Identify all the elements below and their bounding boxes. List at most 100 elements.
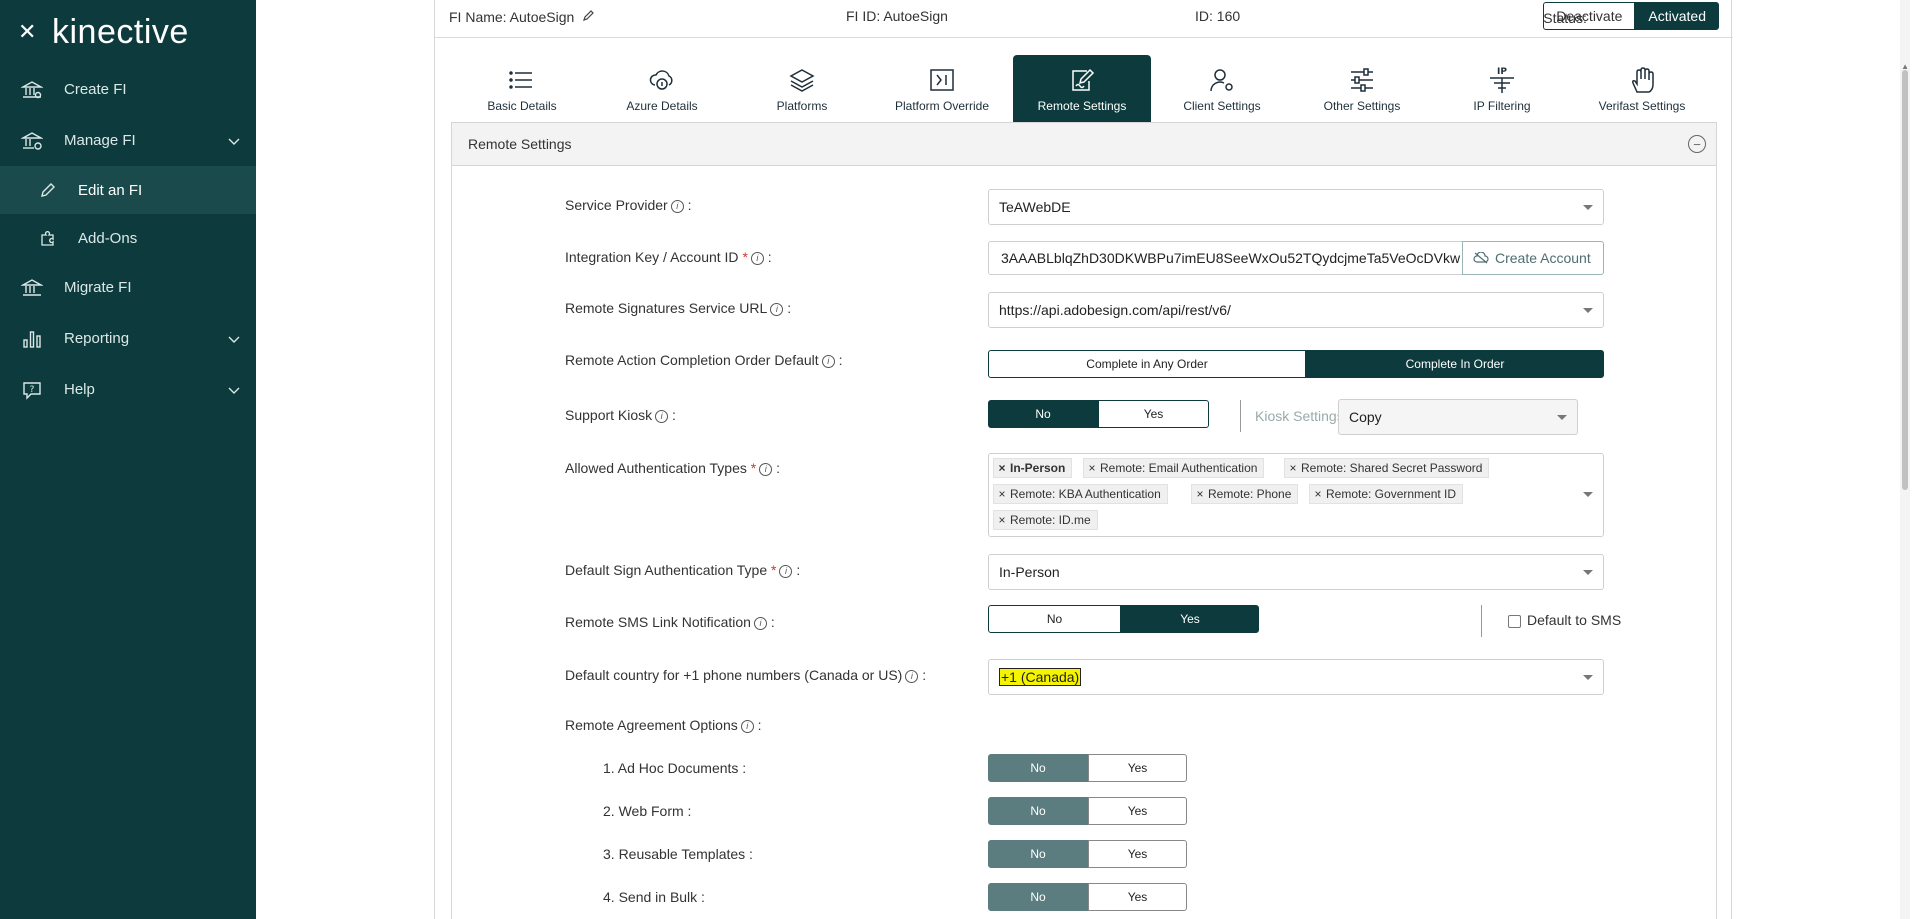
label-text: Remote SMS Link Notification — [565, 614, 751, 630]
option-no[interactable]: No — [988, 754, 1088, 782]
option-no[interactable]: No — [988, 883, 1088, 911]
sidebar-header: ✕ kinective — [0, 0, 256, 64]
sms-link-label: Remote SMS Link Notification i : — [565, 614, 775, 630]
option-yes[interactable]: Yes — [1088, 754, 1187, 782]
select-value: In-Person — [999, 564, 1060, 580]
default-sign-auth-select[interactable]: In-Person — [988, 554, 1604, 590]
info-icon[interactable]: i — [740, 720, 754, 733]
info-icon[interactable]: i — [753, 617, 767, 630]
sidebar-item-help[interactable]: ? Help — [0, 364, 256, 415]
tab-label: IP Filtering — [1473, 99, 1531, 113]
status-group: Status: Deactivate Activated — [1543, 2, 1719, 30]
create-account-button[interactable]: Create Account — [1462, 241, 1604, 275]
complete-in-order-option[interactable]: Complete In Order — [1306, 350, 1604, 378]
kiosk-yes-option[interactable]: Yes — [1098, 400, 1209, 428]
info-icon[interactable]: i — [759, 463, 773, 476]
option-no[interactable]: No — [988, 840, 1088, 868]
info-icon[interactable]: i — [750, 252, 764, 265]
remove-tag-icon[interactable]: × — [1084, 461, 1100, 475]
vertical-scrollbar[interactable]: ▲ — [1900, 0, 1910, 919]
option-no[interactable]: No — [988, 797, 1088, 825]
option-yes[interactable]: Yes — [1088, 840, 1187, 868]
sidebar-item-edit-fi[interactable]: Edit an FI — [0, 166, 256, 214]
tab-platforms[interactable]: Platforms — [733, 55, 871, 122]
close-icon[interactable]: ✕ — [18, 21, 38, 43]
sidebar-item-manage-fi[interactable]: Manage FI — [0, 115, 256, 166]
label-text: Remote Agreement Options — [565, 717, 738, 733]
tab-other-settings[interactable]: Other Settings — [1293, 55, 1431, 122]
select-value: https://api.adobesign.com/api/rest/v6/ — [999, 302, 1231, 318]
info-icon[interactable]: i — [770, 303, 784, 316]
default-country-select[interactable]: +1 (Canada) — [988, 659, 1604, 695]
tab-label: Platforms — [776, 99, 828, 113]
sidebar-item-migrate-fi[interactable]: Migrate FI — [0, 262, 256, 313]
bank-icon — [20, 276, 44, 300]
tab-remote-settings[interactable]: Remote Settings — [1013, 55, 1151, 122]
remove-tag-icon[interactable]: × — [994, 487, 1010, 501]
sidebar-item-reporting[interactable]: Reporting — [0, 313, 256, 364]
support-kiosk-toggle: No Yes — [988, 400, 1209, 428]
info-icon[interactable]: i — [670, 200, 684, 213]
sidebar-item-label: Help — [64, 381, 95, 398]
label-text: Support Kiosk — [565, 407, 653, 423]
option-yes[interactable]: Yes — [1088, 883, 1187, 911]
activated-button[interactable]: Activated — [1635, 2, 1719, 30]
service-provider-label: Service Provider i : — [565, 197, 692, 213]
auth-types-multiselect[interactable]: × In-Person × Remote: Email Authentication… — [988, 453, 1604, 537]
tag-label: In-Person — [1010, 461, 1066, 475]
caret-down-icon — [1583, 308, 1593, 313]
tab-azure-details[interactable]: Azure Details — [593, 55, 731, 122]
collapse-icon[interactable]: − — [1688, 135, 1706, 153]
remote-settings-section: Remote Settings − Service Provider i : Te… — [451, 122, 1717, 919]
tab-basic-details[interactable]: Basic Details — [453, 55, 591, 122]
auth-types-label: Allowed Authentication Types * i : — [565, 460, 780, 476]
pencil-icon[interactable] — [582, 9, 596, 25]
kiosk-settings-select[interactable]: Copy — [1338, 399, 1578, 435]
sidebar-item-add-ons[interactable]: Add-Ons — [0, 214, 256, 262]
info-icon[interactable]: i — [905, 670, 919, 683]
fi-name: FI Name: AutoeSign — [449, 8, 596, 25]
fi-name-text: FI Name: AutoeSign — [449, 9, 575, 25]
kinective-logo: kinective — [52, 12, 189, 51]
user-gear-icon — [1153, 65, 1291, 95]
integration-key-input[interactable]: 3AAABLblqZhD30DKWBPu7imEU8SeeWxOu52TQydc… — [988, 241, 1463, 275]
sms-no-option[interactable]: No — [988, 605, 1121, 633]
tab-label: Verifast Settings — [1598, 99, 1686, 113]
puzzle-icon — [36, 229, 60, 247]
scrollbar-thumb[interactable] — [1902, 70, 1908, 490]
chevron-down-icon — [228, 133, 240, 150]
remove-tag-icon[interactable]: × — [1192, 487, 1208, 501]
tab-client-settings[interactable]: Client Settings — [1153, 55, 1291, 122]
remove-tag-icon[interactable]: × — [1285, 461, 1301, 475]
remove-tag-icon[interactable]: × — [1310, 487, 1326, 501]
service-provider-select[interactable]: TeAWebDE — [988, 189, 1604, 225]
sms-yes-option[interactable]: Yes — [1121, 605, 1259, 633]
remove-tag-icon[interactable]: × — [994, 513, 1010, 527]
sms-link-toggle: No Yes — [988, 605, 1259, 633]
remove-tag-icon[interactable]: × — [994, 461, 1010, 475]
tab-verifast-settings[interactable]: Verifast Settings — [1573, 55, 1711, 122]
default-to-sms-checkbox[interactable] — [1508, 615, 1521, 628]
sidebar-item-create-fi[interactable]: Create FI — [0, 64, 256, 115]
info-icon[interactable]: i — [655, 410, 669, 423]
tab-ip-filtering[interactable]: IP IP Filtering — [1433, 55, 1571, 122]
tag-label: Remote: Phone — [1208, 487, 1292, 501]
caret-down-icon — [1583, 205, 1593, 210]
auth-tag: × Remote: Government ID — [1309, 484, 1464, 504]
sidebar-item-label: Add-Ons — [78, 229, 138, 247]
tab-platform-override[interactable]: Platform Override — [873, 55, 1011, 122]
complete-any-order-option[interactable]: Complete in Any Order — [988, 350, 1306, 378]
tab-label: Basic Details — [487, 99, 557, 113]
kiosk-no-option[interactable]: No — [988, 400, 1098, 428]
fi-card: FI Name: AutoeSign FI ID: AutoeSign ID: … — [434, 0, 1733, 919]
web-form-label: 2. Web Form : — [603, 803, 692, 819]
label-text: Integration Key / Account ID — [565, 249, 739, 265]
service-url-select[interactable]: https://api.adobesign.com/api/rest/v6/ — [988, 292, 1604, 328]
support-kiosk-label: Support Kiosk i : — [565, 407, 676, 423]
info-icon[interactable]: i — [821, 355, 835, 368]
cloud-off-icon — [1473, 252, 1489, 264]
integration-key-label: Integration Key / Account ID * i : — [565, 249, 772, 265]
info-icon[interactable]: i — [779, 565, 793, 578]
auth-tag: × Remote: Email Authentication — [1083, 458, 1265, 478]
option-yes[interactable]: Yes — [1088, 797, 1187, 825]
